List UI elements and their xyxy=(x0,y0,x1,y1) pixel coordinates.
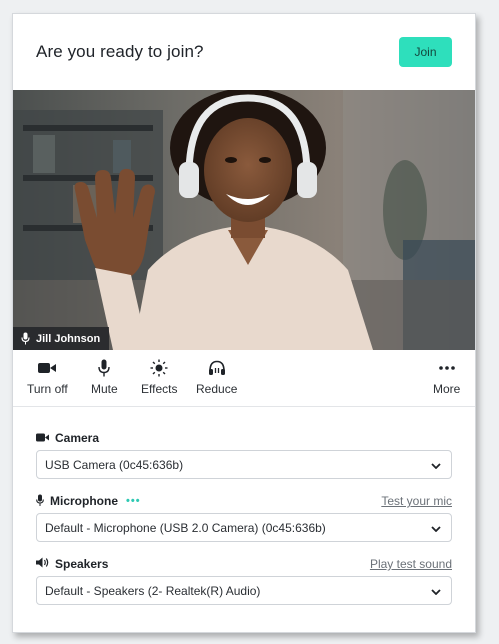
media-controls: Turn off Mute Effects Reduce More xyxy=(13,350,475,407)
camera-title: Camera xyxy=(55,431,100,445)
chevron-down-icon xyxy=(431,521,441,535)
more-options-button[interactable]: More xyxy=(433,358,460,396)
microphone-setting: Microphone ••• Test your mic Default - M… xyxy=(36,494,452,542)
camera-selected-value: USB Camera (0c45:636b) xyxy=(45,457,184,472)
microphone-icon xyxy=(98,358,111,378)
play-test-sound-link[interactable]: Play test sound xyxy=(370,557,452,571)
microphone-select[interactable]: Default - Microphone (USB 2.0 Camera) (0… xyxy=(36,513,452,542)
chevron-down-icon xyxy=(431,584,441,598)
more-dots-icon xyxy=(438,358,455,378)
dialog-title: Are you ready to join? xyxy=(36,42,204,61)
participant-name-tag: Jill Johnson xyxy=(13,327,110,350)
participant-name: Jill Johnson xyxy=(36,332,101,345)
effects-button[interactable]: Effects xyxy=(141,358,177,396)
more-label: More xyxy=(433,382,461,396)
join-dialog: Are you ready to join? Join Jill Johnson… xyxy=(12,13,476,633)
dialog-header: Are you ready to join? Join xyxy=(13,14,475,90)
camera-preview-image xyxy=(13,90,475,350)
camera-select[interactable]: USB Camera (0c45:636b) xyxy=(36,450,452,479)
effects-label: Effects xyxy=(141,382,178,396)
headphones-icon xyxy=(208,358,226,378)
speakers-selected-value: Default - Speakers (2- Realtek(R) Audio) xyxy=(45,583,261,598)
mute-label: Mute xyxy=(91,382,118,396)
camera-icon xyxy=(38,358,57,378)
device-settings: Camera USB Camera (0c45:636b) Microphone… xyxy=(13,407,475,605)
microphone-selected-value: Default - Microphone (USB 2.0 Camera) (0… xyxy=(45,520,326,535)
mute-button[interactable]: Mute xyxy=(91,358,118,396)
speakers-setting: Speakers Play test sound Default - Speak… xyxy=(36,557,452,605)
chevron-down-icon xyxy=(431,458,441,472)
camera-setting: Camera USB Camera (0c45:636b) xyxy=(36,431,452,479)
microphone-title: Microphone xyxy=(50,494,118,508)
speakers-title: Speakers xyxy=(55,557,109,571)
mic-level-indicator: ••• xyxy=(126,495,141,507)
turn-off-camera-button[interactable]: Turn off xyxy=(27,358,68,396)
join-button[interactable]: Join xyxy=(399,37,452,67)
sun-icon xyxy=(150,358,168,378)
microphone-icon xyxy=(36,494,44,509)
video-preview: Jill Johnson xyxy=(13,90,475,350)
test-mic-link[interactable]: Test your mic xyxy=(381,494,452,508)
camera-icon xyxy=(36,431,49,445)
microphone-icon xyxy=(21,332,30,345)
reduce-noise-button[interactable]: Reduce xyxy=(196,358,237,396)
turn-off-label: Turn off xyxy=(27,382,68,396)
speaker-icon xyxy=(36,557,49,571)
reduce-label: Reduce xyxy=(196,382,238,396)
speakers-select[interactable]: Default - Speakers (2- Realtek(R) Audio) xyxy=(36,576,452,605)
